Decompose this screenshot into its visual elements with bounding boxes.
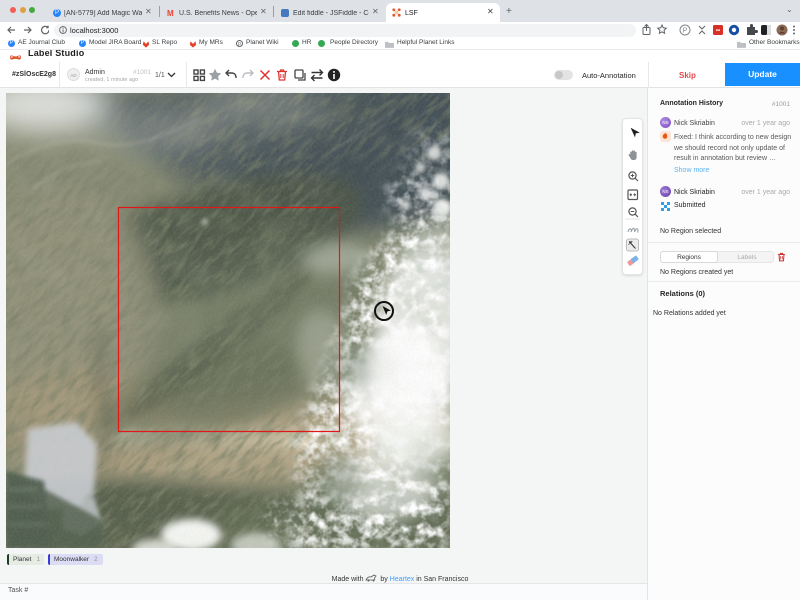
svg-text:P: P [683, 28, 688, 35]
svg-text:••: •• [716, 29, 720, 35]
